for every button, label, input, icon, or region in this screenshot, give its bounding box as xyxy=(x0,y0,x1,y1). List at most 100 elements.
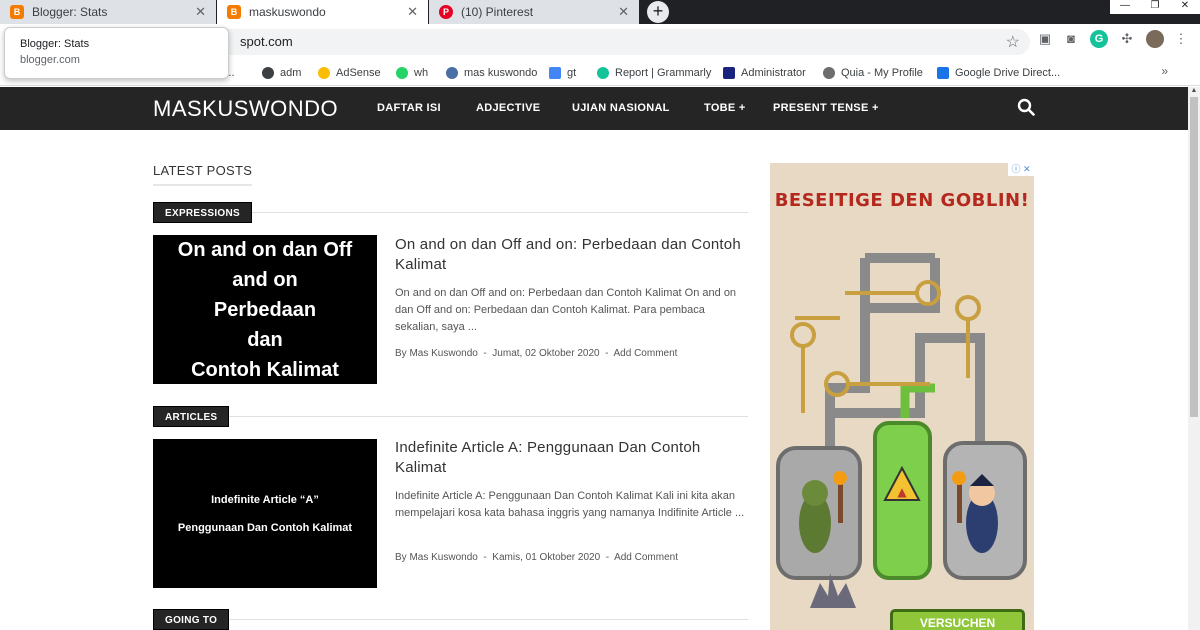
bookmark-label: Report | Grammarly xyxy=(615,67,712,79)
meta-separator: - xyxy=(483,348,487,359)
thumbnail-text: Perbedaan xyxy=(213,298,317,321)
ad-cta-button[interactable]: VERSUCHEN xyxy=(890,609,1025,630)
post-author[interactable]: By Mas Kuswondo xyxy=(395,348,478,359)
bookmark-item[interactable]: mas kuswondo xyxy=(446,64,537,82)
thumbnail-text: Penggunaan Dan Contoh Kalimat xyxy=(177,521,353,534)
globe-icon xyxy=(262,67,274,79)
close-icon[interactable]: ✕ xyxy=(618,4,629,20)
meta-separator: - xyxy=(483,552,487,563)
maximize-icon[interactable]: ❐ xyxy=(1140,0,1170,14)
tab-title: Blogger: Stats xyxy=(32,5,108,19)
post-author[interactable]: By Mas Kuswondo xyxy=(395,552,478,563)
grammarly-icon xyxy=(597,67,609,79)
bookmark-item[interactable]: AdSense xyxy=(318,64,381,82)
tab-title: (10) Pinterest xyxy=(461,5,534,19)
thumbnail-text: dan xyxy=(247,328,283,351)
category-label[interactable]: GOING TO xyxy=(153,609,230,630)
menu-icon[interactable]: ⋮ xyxy=(1172,30,1190,48)
grammarly-icon[interactable]: G xyxy=(1090,30,1108,48)
thumbnail-text: On and on dan Off xyxy=(177,238,353,261)
post-excerpt: Indefinite Article A: Penggunaan Dan Con… xyxy=(395,490,745,519)
post-thumbnail[interactable]: On and on dan Off and on Perbedaan dan C… xyxy=(153,235,377,384)
bookmark-item[interactable]: Report | Grammarly xyxy=(597,64,711,82)
close-icon[interactable]: ✕ xyxy=(407,4,418,20)
post-date: Jumat, 02 Oktober 2020 xyxy=(492,348,600,359)
whatsapp-icon xyxy=(396,67,408,79)
post-thumbnail[interactable]: Indefinite Article “A” Penggunaan Dan Co… xyxy=(153,439,377,588)
tab-hover-tooltip: Blogger: Stats blogger.com xyxy=(4,27,229,79)
ad-choices-icon[interactable]: ⓘ ✕ xyxy=(1008,163,1034,176)
nav-daftar-isi[interactable]: DAFTAR ISI xyxy=(377,102,441,114)
advertisement[interactable]: ⓘ ✕ BESEITIGE DEN GOBLIN! ▲ VERSUCHEN xyxy=(770,163,1034,630)
ad-game-illustration: ▲ xyxy=(776,253,1027,608)
bookmark-item[interactable]: adm xyxy=(262,64,301,82)
bookmark-label: AdSense xyxy=(336,67,381,79)
bookmark-item[interactable]: Administrator xyxy=(723,64,806,82)
blogger-icon: B xyxy=(10,5,24,19)
bookmark-item[interactable]: wh xyxy=(396,64,428,82)
tab-blogger-stats[interactable]: B Blogger: Stats ✕ xyxy=(0,0,216,24)
category-bar: GOING TO xyxy=(153,609,748,630)
tab-maskuswondo[interactable]: B maskuswondo ✕ xyxy=(217,0,428,24)
window-controls: — ❐ ✕ xyxy=(1110,0,1200,14)
post-title-link[interactable]: On and on dan Off and on: Perbedaan dan … xyxy=(395,235,745,275)
bookmark-item[interactable]: gt xyxy=(549,64,576,82)
new-tab-button[interactable]: + xyxy=(647,1,669,23)
category-label[interactable]: EXPRESSIONS xyxy=(153,202,252,223)
nav-tobe[interactable]: TOBE + xyxy=(704,102,746,114)
meta-separator: - xyxy=(605,552,610,563)
bookmark-item[interactable]: Google Drive Direct... xyxy=(937,64,1060,82)
scrollbar-thumb[interactable] xyxy=(1190,97,1198,417)
profile-avatar[interactable] xyxy=(1146,30,1164,48)
category-label[interactable]: ARTICLES xyxy=(153,406,230,427)
scroll-up-arrow-icon[interactable]: ▲ xyxy=(1188,87,1200,97)
blogger-icon: B xyxy=(227,5,241,19)
bookmark-star-icon[interactable]: ☆ xyxy=(1006,32,1020,52)
bookmark-label: wh xyxy=(414,67,429,79)
tab-strip: B Blogger: Stats ✕ B maskuswondo ✕ P (10… xyxy=(0,0,1200,24)
blog-navbar: MASKUSWONDO DAFTAR ISI ADJECTIVE UJIAN N… xyxy=(0,87,1188,130)
translate-icon xyxy=(549,67,561,79)
category-bar: ARTICLES xyxy=(153,406,748,428)
post-title-link[interactable]: Indefinite Article A: Penggunaan Dan Con… xyxy=(395,438,745,478)
add-comment-link[interactable]: Add Comment xyxy=(614,552,678,563)
adsense-icon xyxy=(318,67,330,79)
tooltip-title: Blogger: Stats xyxy=(20,38,90,50)
bookmark-label: Administrator xyxy=(741,67,806,79)
extension-icon[interactable]: ▣ xyxy=(1036,30,1054,48)
close-window-icon[interactable]: ✕ xyxy=(1170,0,1200,14)
camera-icon[interactable]: ◙ xyxy=(1062,30,1080,48)
divider xyxy=(153,619,748,620)
tooltip-domain: blogger.com xyxy=(20,54,80,66)
quia-icon xyxy=(823,67,835,79)
bookmark-item[interactable]: Quia - My Profile xyxy=(823,64,923,82)
bookmark-label: gt xyxy=(567,67,577,79)
tab-pinterest[interactable]: P (10) Pinterest ✕ xyxy=(429,0,639,24)
thumbnail-text: Contoh Kalimat xyxy=(191,358,339,381)
ad-headline: BESEITIGE DEN GOBLIN! xyxy=(774,190,1030,211)
section-title: LATEST POSTS xyxy=(153,163,253,186)
drive-icon xyxy=(937,67,949,79)
bookmark-label: adm xyxy=(280,67,302,79)
tab-title: maskuswondo xyxy=(249,5,326,19)
nav-ujian-nasional[interactable]: UJIAN NASIONAL xyxy=(572,102,670,114)
bookmark-label: Google Drive Direct... xyxy=(955,67,1061,79)
minimize-icon[interactable]: — xyxy=(1110,0,1140,14)
dn-icon xyxy=(723,67,735,79)
thumbnail-text: and on xyxy=(232,268,298,291)
close-icon[interactable]: ✕ xyxy=(195,4,206,20)
nav-present-tense[interactable]: PRESENT TENSE + xyxy=(773,102,879,114)
search-icon[interactable] xyxy=(1017,98,1035,116)
url-text: spot.com xyxy=(240,34,293,49)
post-excerpt: On and on dan Off and on: Perbedaan dan … xyxy=(395,287,737,333)
nav-adjective[interactable]: ADJECTIVE xyxy=(476,102,540,114)
bookmarks-more-button[interactable]: » xyxy=(1161,64,1168,78)
add-comment-link[interactable]: Add Comment xyxy=(614,348,678,359)
bookmark-label: Quia - My Profile xyxy=(841,67,923,79)
divider xyxy=(153,416,748,417)
blog-logo[interactable]: MASKUSWONDO xyxy=(153,96,338,122)
puzzle-extensions-icon[interactable]: ✣ xyxy=(1118,30,1136,48)
svg-text:▲: ▲ xyxy=(897,485,907,499)
satellite-icon xyxy=(446,67,458,79)
post-meta: By Mas Kuswondo - Jumat, 02 Oktober 2020… xyxy=(395,348,677,359)
